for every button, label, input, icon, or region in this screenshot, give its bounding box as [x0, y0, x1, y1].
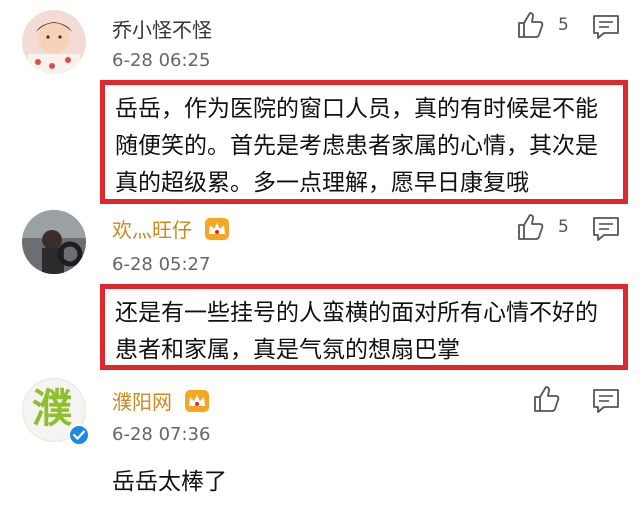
username[interactable]: 乔小怪不怪 — [112, 14, 212, 43]
like-count: 5 — [558, 217, 569, 237]
comment-time: 6-28 05:27 — [112, 254, 211, 275]
comment-time: 6-28 07:36 — [112, 424, 211, 445]
comment-text: 岳岳太棒了 — [112, 469, 227, 495]
username[interactable]: 濮阳网 — [112, 386, 210, 415]
reply-icon[interactable] — [592, 388, 620, 414]
crown-icon — [205, 218, 230, 240]
comment-text: 岳岳，作为医院的窗口人员，真的有时候是不能随便笑的。首先是考虑患者家属的心情，其… — [100, 80, 628, 204]
like-icon[interactable] — [516, 10, 546, 40]
comment-text: 还是有一些挂号的人蛮横的面对所有心情不好的患者和家属，真是气氛的想扇巴掌 — [100, 284, 628, 370]
avatar[interactable] — [22, 10, 86, 74]
avatar[interactable] — [22, 210, 86, 274]
reply-icon[interactable] — [592, 216, 620, 242]
verified-icon — [68, 424, 90, 446]
like-count: 5 — [558, 15, 569, 35]
username-text: 欢灬旺仔 — [112, 218, 192, 242]
avatar-logo-text: 濮 — [32, 386, 72, 432]
username-text: 濮阳网 — [112, 390, 172, 414]
crown-icon — [185, 390, 210, 412]
like-icon[interactable] — [532, 384, 562, 414]
reply-icon[interactable] — [592, 14, 620, 40]
comment-time: 6-28 06:25 — [112, 50, 211, 71]
like-icon[interactable] — [516, 212, 546, 242]
username[interactable]: 欢灬旺仔 — [112, 214, 230, 243]
avatar[interactable]: 濮 — [22, 378, 90, 446]
